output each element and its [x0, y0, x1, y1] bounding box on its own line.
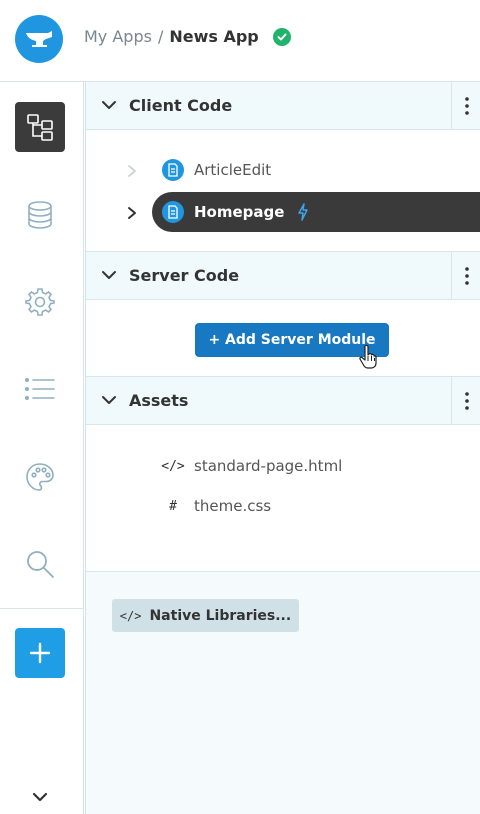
kebab-menu-icon[interactable]: [451, 252, 480, 300]
database-icon: [28, 201, 52, 229]
native-libraries-button[interactable]: </> Native Libraries...: [112, 599, 299, 632]
native-libraries-label: Native Libraries...: [149, 607, 292, 624]
breadcrumb-my-apps[interactable]: My Apps: [84, 27, 152, 46]
data-tables-button[interactable]: [15, 190, 65, 240]
plus-icon: [29, 642, 51, 664]
form-file-icon: [162, 201, 184, 223]
tree-item-article-edit[interactable]: ArticleEdit: [86, 150, 480, 190]
chevron-right-icon[interactable]: [126, 205, 138, 224]
assets-header[interactable]: Assets: [86, 377, 480, 425]
services-list-button[interactable]: [15, 364, 65, 414]
app-tree-icon: [27, 114, 53, 141]
breadcrumb-current-app: News App: [169, 27, 259, 46]
assets-list: </> standard-page.html # theme.css: [86, 425, 480, 572]
app-header: My Apps / News App: [0, 0, 480, 82]
server-code-header[interactable]: Server Code: [86, 252, 480, 300]
anvil-logo-icon[interactable]: [15, 15, 63, 63]
client-code-title: Client Code: [129, 96, 233, 115]
lightning-bolt-icon: [297, 203, 309, 225]
search-icon: [27, 551, 54, 578]
client-code-list: ArticleEdit Homepage: [86, 130, 480, 252]
code-icon: </>: [119, 608, 142, 623]
hand-pointer-icon: [358, 344, 380, 374]
asset-item-label: standard-page.html: [194, 457, 343, 475]
settings-icon: [25, 288, 55, 316]
palette-icon: [26, 463, 54, 491]
theme-button[interactable]: [15, 452, 65, 502]
search-button[interactable]: [15, 539, 65, 589]
list-icon: [24, 377, 55, 400]
sidebar-rail: [0, 82, 84, 814]
assets-title: Assets: [129, 391, 189, 410]
settings-button[interactable]: [15, 277, 65, 327]
tree-item-label: ArticleEdit: [194, 161, 272, 179]
form-file-icon: [162, 159, 184, 181]
breadcrumb: My Apps / News App: [84, 27, 291, 46]
kebab-menu-icon[interactable]: [451, 377, 480, 425]
chevron-right-icon[interactable]: [126, 163, 138, 182]
chevron-down-icon[interactable]: [100, 391, 118, 413]
chevron-down-icon[interactable]: [30, 787, 50, 811]
asset-item-html[interactable]: </> standard-page.html: [86, 446, 480, 486]
chevron-down-icon[interactable]: [100, 96, 118, 118]
server-code-title: Server Code: [129, 266, 240, 285]
app-browser-panel: Client Code ArticleEdit Homepage Server …: [85, 82, 480, 814]
client-code-header[interactable]: Client Code: [86, 82, 480, 130]
chevron-down-icon[interactable]: [100, 266, 118, 288]
asset-item-css[interactable]: # theme.css: [86, 486, 480, 526]
kebab-menu-icon[interactable]: [451, 82, 480, 130]
tree-item-homepage[interactable]: Homepage: [128, 192, 480, 232]
check-circle-icon: [272, 27, 291, 46]
tree-item-label: Homepage: [194, 203, 285, 221]
asset-item-label: theme.css: [194, 497, 272, 515]
hash-icon: #: [169, 498, 177, 514]
app-tree-button[interactable]: [15, 102, 65, 152]
add-feature-button[interactable]: [15, 628, 65, 678]
code-icon: </>: [161, 458, 185, 474]
rail-divider: [0, 608, 84, 609]
breadcrumb-separator: /: [157, 27, 164, 46]
